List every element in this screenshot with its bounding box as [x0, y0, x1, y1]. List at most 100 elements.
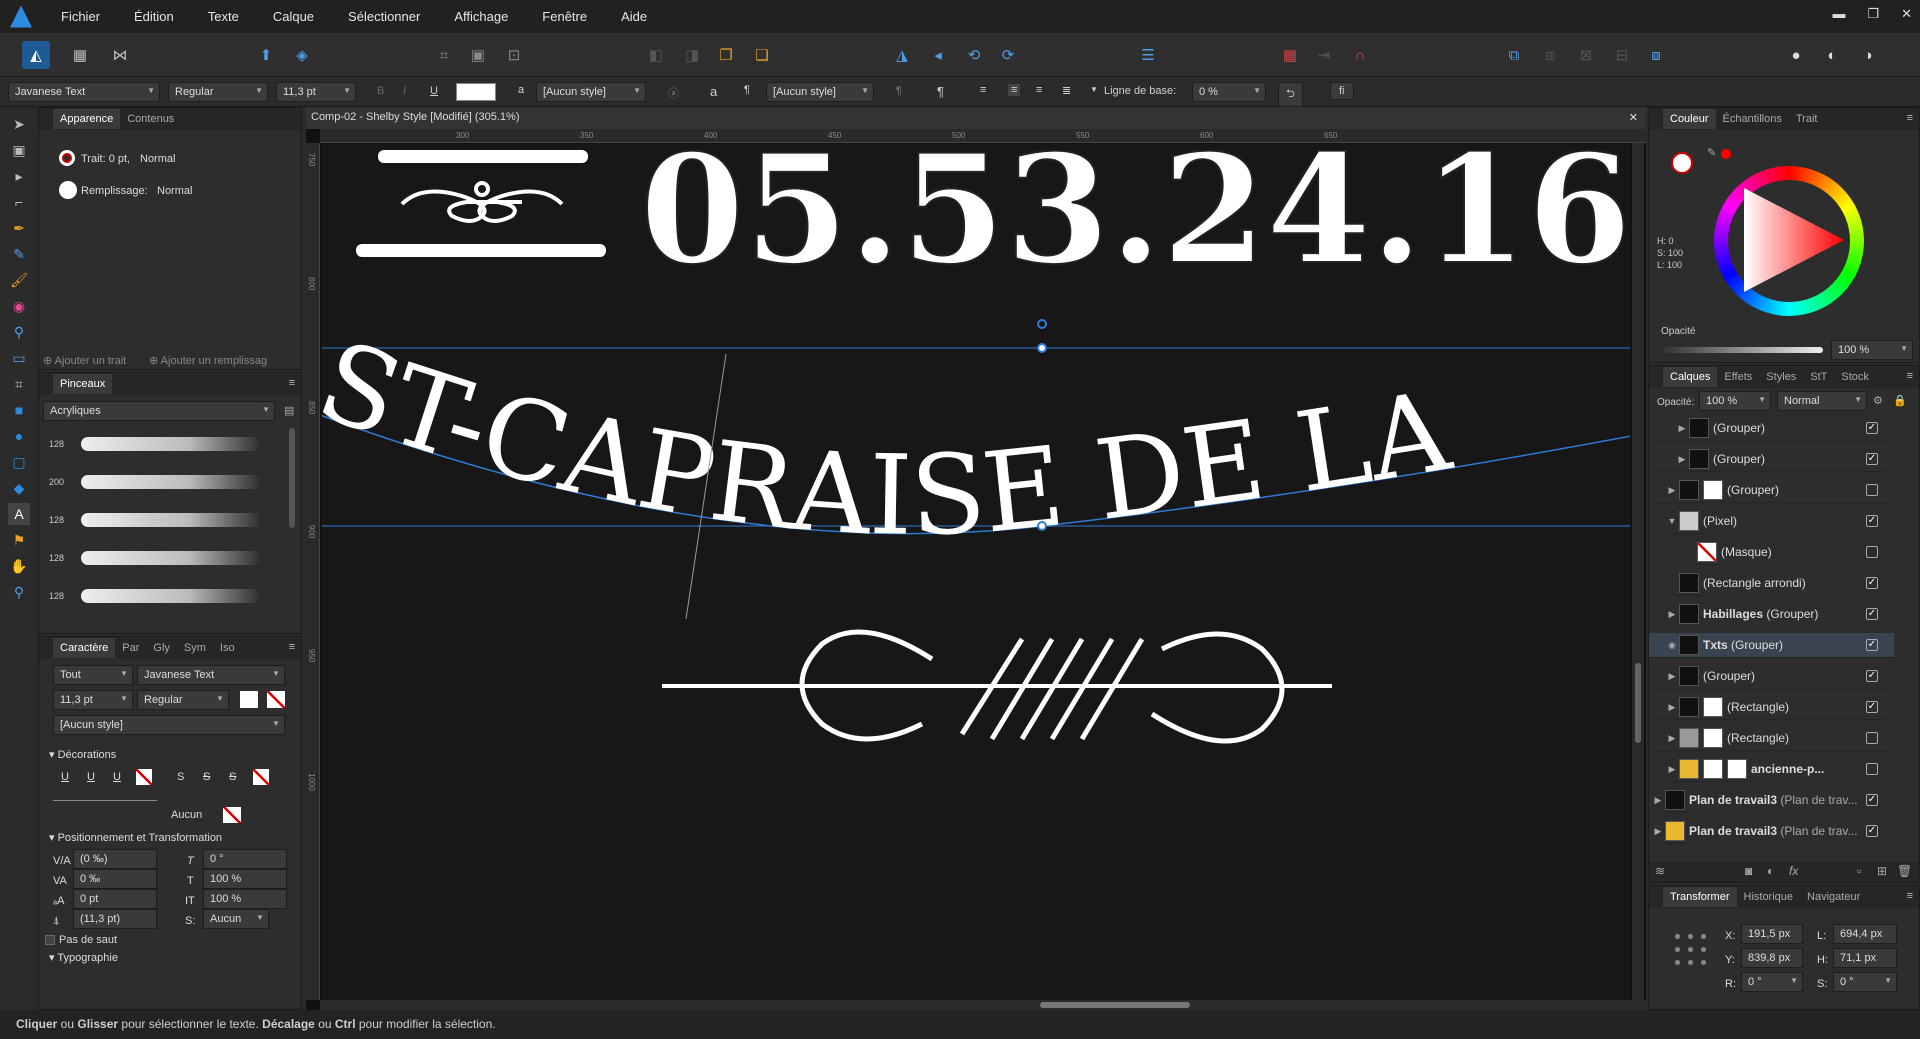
font-family-select[interactable]: Javanese Text ▼: [8, 82, 160, 102]
menu-selectionner[interactable]: Sélectionner: [341, 9, 427, 24]
expand-icon[interactable]: ◉: [1665, 640, 1679, 651]
layer-row[interactable]: ▶ (Grouper) ✓: [1649, 447, 1894, 472]
menu-texte[interactable]: Texte: [201, 9, 246, 24]
node-tool-icon[interactable]: ▸: [8, 165, 30, 187]
menu-affichage[interactable]: Affichage: [447, 9, 515, 24]
strike-alt-icon[interactable]: S: [203, 771, 210, 783]
boolean-divide-icon[interactable]: ⧇: [1642, 41, 1670, 69]
layer-row[interactable]: (Rectangle arrondi) ✓: [1649, 571, 1894, 596]
tab-couleur[interactable]: Couleur: [1663, 109, 1716, 129]
italic-button[interactable]: I: [403, 85, 406, 97]
boolean-intersect-icon[interactable]: ⊠: [1572, 41, 1600, 69]
nobreak-checkbox[interactable]: [45, 935, 55, 945]
layers-stack-icon[interactable]: ≋: [1655, 864, 1665, 878]
baseline-shift-field[interactable]: 0 pt: [73, 889, 157, 909]
snapping-magnet-icon[interactable]: ∩: [1346, 41, 1374, 69]
font-weight-select[interactable]: Regular ▼: [168, 82, 268, 102]
char-font-select[interactable]: Javanese Text ▼: [137, 665, 285, 685]
tab-par[interactable]: Par: [115, 638, 146, 658]
visibility-checkbox[interactable]: ✓: [1866, 577, 1878, 589]
rounded-rectangle-icon[interactable]: ▢: [8, 451, 30, 473]
corner-tool-icon[interactable]: ⌐: [8, 191, 30, 213]
front-icon[interactable]: ❏: [748, 41, 776, 69]
visibility-checkbox[interactable]: ✓: [1866, 608, 1878, 620]
group-icon[interactable]: ⊞: [1877, 864, 1887, 878]
panel-menu-icon[interactable]: ≡: [1907, 112, 1913, 124]
menu-fenetre[interactable]: Fenêtre: [535, 9, 594, 24]
layer-settings-icon[interactable]: ⚙: [1873, 394, 1883, 407]
back-icon[interactable]: ◧: [642, 41, 670, 69]
y-field[interactable]: 839,8 px: [1741, 948, 1803, 968]
pixel-persona-icon[interactable]: ▦: [66, 41, 94, 69]
return-icon[interactable]: ⮌: [1278, 82, 1303, 107]
designer-persona-icon[interactable]: ◭: [22, 41, 50, 69]
align-icon[interactable]: ☰: [1134, 41, 1162, 69]
layer-row[interactable]: ▶ (Rectangle) ✓: [1649, 695, 1894, 720]
flip-vertical-icon[interactable]: ◂: [924, 41, 952, 69]
expand-icon[interactable]: ▶: [1665, 733, 1679, 744]
guides-icon[interactable]: ⇥: [1310, 41, 1338, 69]
tab-navigateur[interactable]: Navigateur: [1800, 887, 1867, 907]
eyedropper-icon[interactable]: ⚑: [8, 529, 30, 551]
justify-icon[interactable]: ≣: [1062, 84, 1071, 97]
snap-box-icon[interactable]: ▣: [464, 41, 492, 69]
minimize-icon[interactable]: ▬: [1832, 6, 1845, 22]
artboard[interactable]: 05.53.24.16.42 ST-CAPRAISE DE LA: [322, 144, 1630, 1001]
snap-icon[interactable]: ⌗: [430, 41, 458, 69]
character-style-select[interactable]: [Aucun style] ▼: [536, 82, 646, 102]
rotate-right-icon[interactable]: ⟳: [994, 41, 1022, 69]
crop-tool-icon[interactable]: ⌗: [8, 373, 30, 395]
delete-icon[interactable]: 🗑: [1897, 864, 1912, 878]
font-size-select[interactable]: 11,3 pt ▼: [276, 82, 356, 102]
expand-icon[interactable]: ▶: [1651, 795, 1665, 806]
visibility-checkbox[interactable]: [1866, 732, 1878, 744]
underline-button[interactable]: U: [430, 85, 438, 97]
layer-row[interactable]: ▶ (Grouper): [1649, 478, 1894, 503]
rectangle-tool-icon[interactable]: ■: [8, 399, 30, 421]
rotate-left-icon[interactable]: ⟲: [960, 41, 988, 69]
menu-calque[interactable]: Calque: [266, 9, 321, 24]
ellipse-tool-icon[interactable]: ●: [8, 425, 30, 447]
tab-caractere[interactable]: Caractère: [53, 638, 116, 658]
tab-contenus[interactable]: Contenus: [120, 109, 181, 129]
tab-effets[interactable]: Effets: [1717, 367, 1759, 387]
s-select[interactable]: Aucun ▼: [203, 909, 269, 929]
brush-item[interactable]: 128: [49, 507, 269, 535]
tab-apparence[interactable]: Apparence: [53, 109, 121, 129]
artboard-tool-icon[interactable]: ▣: [8, 139, 30, 161]
fill-tool-icon[interactable]: ◉: [8, 295, 30, 317]
strike-icon[interactable]: S: [177, 771, 184, 783]
vscale-field[interactable]: 100 %: [203, 889, 287, 909]
ligature-button[interactable]: fi: [1330, 82, 1354, 100]
grid-icon[interactable]: ▦: [1276, 41, 1304, 69]
visibility-checkbox[interactable]: ✓: [1866, 670, 1878, 682]
fill-stroke-swatch[interactable]: [1671, 152, 1693, 174]
typography-header[interactable]: ▾ Typographie: [49, 951, 118, 964]
path-node-top[interactable]: [1037, 343, 1047, 353]
panel-menu-icon[interactable]: ≡: [289, 641, 295, 653]
collapse-icon[interactable]: ▼: [1665, 516, 1679, 526]
add-fill-button[interactable]: ⊕ Ajouter un remplissag: [149, 354, 267, 367]
picker-icon[interactable]: ✎: [1707, 146, 1716, 159]
tab-sym[interactable]: Sym: [177, 638, 213, 658]
tab-trait[interactable]: Trait: [1789, 109, 1825, 129]
hand-tool-icon[interactable]: ✋: [8, 555, 30, 577]
layer-row[interactable]: ▶ Plan de travail3 (Plan de trav... ✓: [1649, 819, 1894, 844]
tab-iso[interactable]: Iso: [213, 638, 242, 658]
bold-button[interactable]: B: [377, 85, 384, 97]
paragraph-button[interactable]: ¶: [937, 84, 944, 99]
tab-stt[interactable]: StT: [1803, 367, 1834, 387]
brush-item[interactable]: 128: [49, 431, 269, 459]
expand-icon[interactable]: ▶: [1665, 671, 1679, 682]
forward-icon[interactable]: ❐: [712, 41, 740, 69]
move-tool-icon[interactable]: ➤: [8, 113, 30, 135]
strike-color-swatch[interactable]: [253, 769, 269, 785]
add-layer-icon[interactable]: ▫: [1857, 864, 1861, 878]
anchor-grid[interactable]: [1671, 930, 1709, 968]
visibility-checkbox[interactable]: ✓: [1866, 515, 1878, 527]
opacity-field[interactable]: 100 % ▼: [1831, 340, 1913, 360]
visibility-checkbox[interactable]: ✓: [1866, 701, 1878, 713]
layer-row[interactable]: ▼ (Pixel) ✓: [1649, 509, 1894, 534]
text-color-swatch[interactable]: [456, 83, 496, 101]
flip-horizontal-icon[interactable]: ◮: [888, 41, 916, 69]
